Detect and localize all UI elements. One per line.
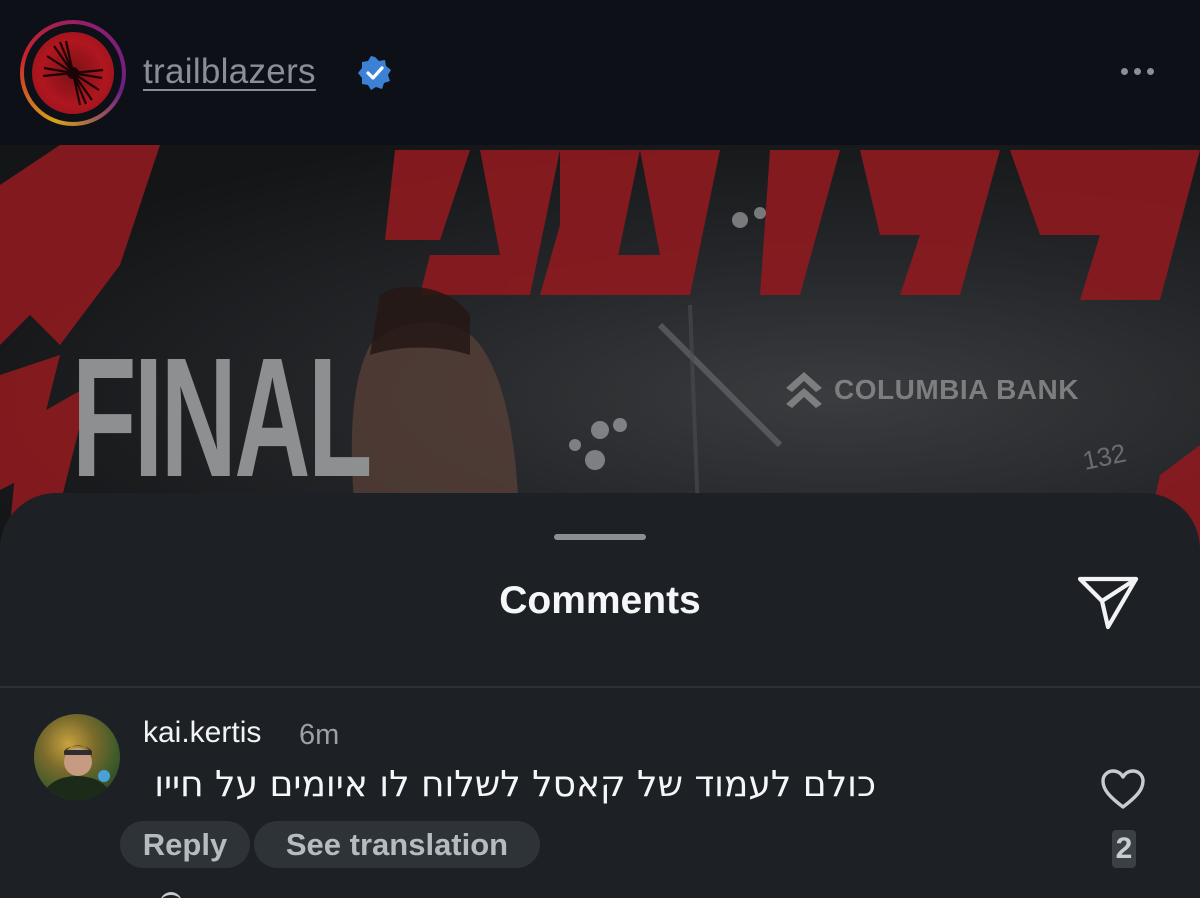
divider <box>0 686 1200 688</box>
verified-badge-icon <box>358 56 391 90</box>
comment-username[interactable]: kai.kertis <box>143 714 261 752</box>
sponsor-name: COLUMBIA BANK <box>834 374 1079 405</box>
commenter-avatar[interactable] <box>34 714 120 800</box>
see-translation-button[interactable]: See translation <box>254 821 540 868</box>
heart-icon[interactable] <box>1100 768 1146 810</box>
post-header: trailblazers <box>0 0 1200 145</box>
sheet-drag-handle[interactable] <box>554 534 646 540</box>
account-avatar[interactable] <box>20 20 126 126</box>
like-count: 2 <box>1112 830 1136 868</box>
reply-button[interactable]: Reply <box>120 821 250 868</box>
double-chevron-up-icon <box>786 372 822 408</box>
sheet-title: Comments <box>499 579 701 622</box>
svg-text:132: 132 <box>1080 438 1129 476</box>
sponsor-logo: COLUMBIA BANK <box>782 367 1079 413</box>
trailblazers-logo <box>32 32 114 114</box>
send-icon[interactable] <box>1076 573 1140 631</box>
avatar-photo <box>43 745 111 800</box>
more-options-button[interactable] <box>1112 56 1162 86</box>
comment-text: כולם לעמוד של קאסל לשלוח לו איומים על חי… <box>154 764 876 805</box>
pinwheel-logo-icon <box>42 40 104 106</box>
headline-text: FINAL <box>72 323 372 513</box>
comment-timestamp: 6m <box>299 719 340 751</box>
account-name[interactable]: trailblazers <box>143 50 316 94</box>
instagram-post-screen: trailblazers 132 FINAL COLUMBIA BANK Com… <box>0 0 1200 898</box>
